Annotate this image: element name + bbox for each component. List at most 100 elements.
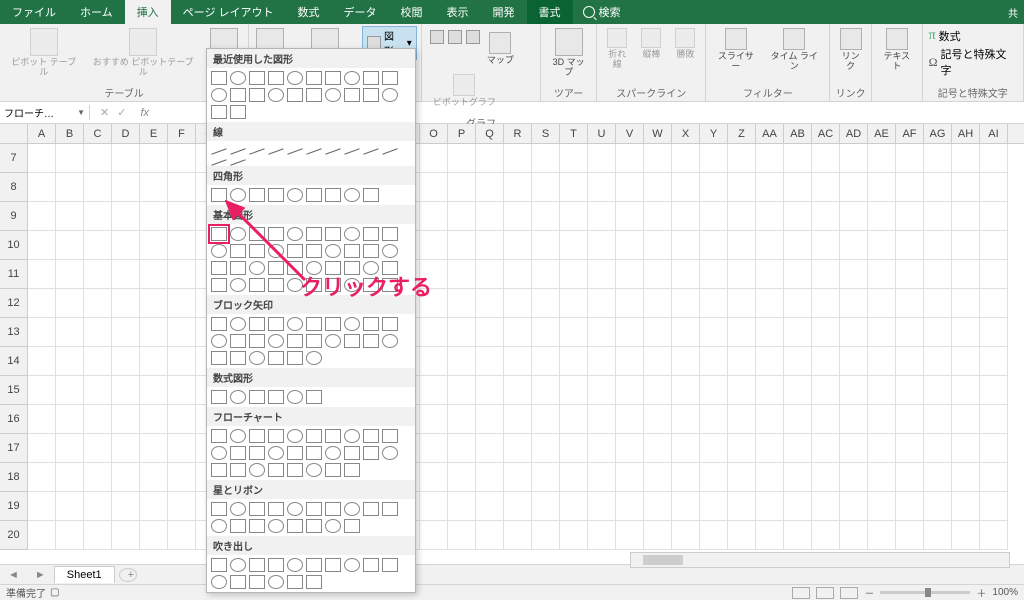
cell[interactable] xyxy=(532,492,560,521)
column-header[interactable]: C xyxy=(84,124,112,143)
shape-item[interactable] xyxy=(211,446,227,460)
column-header[interactable]: R xyxy=(504,124,532,143)
cell[interactable] xyxy=(588,173,616,202)
cell[interactable] xyxy=(168,463,196,492)
cell[interactable] xyxy=(560,492,588,521)
column-header[interactable]: V xyxy=(616,124,644,143)
cell[interactable] xyxy=(448,173,476,202)
cell[interactable] xyxy=(476,521,504,550)
cell[interactable] xyxy=(980,376,1008,405)
shape-item[interactable] xyxy=(287,446,303,460)
shape-item[interactable] xyxy=(287,502,303,516)
shape-item[interactable] xyxy=(287,558,303,572)
zoom-slider[interactable] xyxy=(880,591,970,594)
cell[interactable] xyxy=(168,405,196,434)
cell[interactable] xyxy=(756,173,784,202)
cell[interactable] xyxy=(28,463,56,492)
cell[interactable] xyxy=(812,521,840,550)
shape-item[interactable] xyxy=(363,148,378,154)
shape-item[interactable] xyxy=(211,558,227,572)
cell[interactable] xyxy=(840,347,868,376)
cell[interactable] xyxy=(952,434,980,463)
column-header[interactable]: AA xyxy=(756,124,784,143)
cell[interactable] xyxy=(140,144,168,173)
cell[interactable] xyxy=(56,492,84,521)
cell[interactable] xyxy=(112,202,140,231)
column-header[interactable]: B xyxy=(56,124,84,143)
row-header[interactable]: 18 xyxy=(0,463,27,492)
cell[interactable] xyxy=(672,521,700,550)
cell[interactable] xyxy=(644,318,672,347)
column-header[interactable]: Y xyxy=(700,124,728,143)
cell[interactable] xyxy=(728,173,756,202)
tab-review[interactable]: 校閲 xyxy=(389,0,435,24)
cell[interactable] xyxy=(644,521,672,550)
tab-file[interactable]: ファイル xyxy=(0,0,68,24)
cancel-icon[interactable]: ✕ xyxy=(100,106,109,119)
cell[interactable] xyxy=(812,318,840,347)
shape-item[interactable] xyxy=(325,519,341,533)
shape-item[interactable] xyxy=(306,317,322,331)
cell[interactable] xyxy=(812,202,840,231)
shape-item[interactable] xyxy=(382,317,398,331)
shape-item[interactable] xyxy=(363,71,379,85)
shape-item[interactable] xyxy=(325,244,341,258)
cell[interactable] xyxy=(504,289,532,318)
sheet-nav-next[interactable]: ► xyxy=(27,569,54,581)
row-header[interactable]: 9 xyxy=(0,202,27,231)
select-all-corner[interactable] xyxy=(0,124,28,144)
cell[interactable] xyxy=(700,202,728,231)
cell[interactable] xyxy=(840,434,868,463)
cell[interactable] xyxy=(672,376,700,405)
cell[interactable] xyxy=(168,376,196,405)
shape-item[interactable] xyxy=(211,88,227,102)
cell[interactable] xyxy=(560,318,588,347)
cell[interactable] xyxy=(672,405,700,434)
cell[interactable] xyxy=(924,376,952,405)
cell[interactable] xyxy=(56,318,84,347)
cell[interactable] xyxy=(700,376,728,405)
cell[interactable] xyxy=(784,492,812,521)
cell[interactable] xyxy=(140,405,168,434)
cell[interactable] xyxy=(28,289,56,318)
cell[interactable] xyxy=(616,202,644,231)
sparkline-winloss-button[interactable]: 勝敗 xyxy=(669,26,701,62)
cell[interactable] xyxy=(140,376,168,405)
cell[interactable] xyxy=(756,492,784,521)
cell[interactable] xyxy=(56,347,84,376)
shape-item[interactable] xyxy=(382,71,398,85)
cell[interactable] xyxy=(476,144,504,173)
cell[interactable] xyxy=(896,173,924,202)
shape-item[interactable] xyxy=(287,519,303,533)
cell[interactable] xyxy=(840,144,868,173)
cell[interactable] xyxy=(448,318,476,347)
slicer-button[interactable]: スライサー xyxy=(710,26,761,74)
cell[interactable] xyxy=(672,260,700,289)
shape-item[interactable] xyxy=(211,71,227,85)
shape-item[interactable] xyxy=(211,429,227,443)
cell[interactable] xyxy=(784,202,812,231)
cell[interactable] xyxy=(784,173,812,202)
cell[interactable] xyxy=(476,289,504,318)
shape-item[interactable] xyxy=(230,390,246,404)
cell[interactable] xyxy=(560,434,588,463)
shape-item[interactable] xyxy=(325,463,341,477)
cell[interactable] xyxy=(588,289,616,318)
symbol-button[interactable]: Ω記号と特殊文字 xyxy=(929,46,1017,78)
pivot-chart-button[interactable]: ピボットグラフ xyxy=(430,72,499,110)
row-header[interactable]: 17 xyxy=(0,434,27,463)
cell[interactable] xyxy=(672,173,700,202)
cell[interactable] xyxy=(896,492,924,521)
tab-formulas[interactable]: 数式 xyxy=(286,0,332,24)
shape-item[interactable] xyxy=(382,558,398,572)
cell[interactable] xyxy=(84,231,112,260)
tab-insert[interactable]: 挿入 xyxy=(125,0,171,24)
cell[interactable] xyxy=(616,405,644,434)
cell[interactable] xyxy=(700,144,728,173)
cell[interactable] xyxy=(840,463,868,492)
cell[interactable] xyxy=(896,202,924,231)
cell[interactable] xyxy=(448,260,476,289)
shape-item[interactable] xyxy=(211,519,227,533)
cell[interactable] xyxy=(868,492,896,521)
column-header[interactable]: W xyxy=(644,124,672,143)
